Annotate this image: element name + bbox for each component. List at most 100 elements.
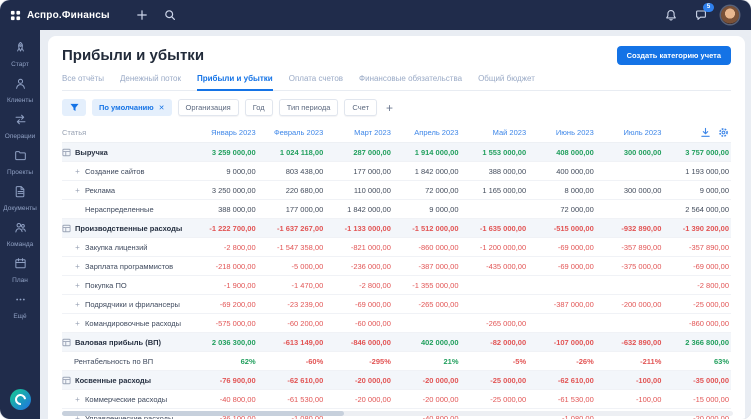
app-name: Аспро.Финансы (27, 9, 110, 21)
group-icon[interactable] (62, 376, 71, 385)
cell-value: 62% (240, 356, 256, 366)
table-header-row: Статья Январь 2023 Февраль 2023 Март 2023 Ап… (62, 122, 731, 143)
filter-year[interactable]: Год (244, 99, 273, 116)
cell-value: 8 000,00 (564, 185, 594, 195)
cell-value: -69 000,00 (693, 261, 729, 271)
scrollbar-thumb[interactable] (62, 411, 344, 416)
cell-value: -15 000,00 (693, 394, 729, 404)
sidebar-item-start[interactable]: Старт (0, 36, 40, 72)
filter-preset-chip[interactable]: По умолчанию ✕ (92, 99, 172, 116)
cell-value: -20 000,00 (355, 394, 391, 404)
close-icon[interactable]: ✕ (159, 104, 165, 112)
tab-cash-flow[interactable]: Денежный поток (120, 74, 181, 91)
cell-value: -76 900,00 (219, 375, 256, 385)
expand-plus-icon[interactable]: + (74, 395, 81, 404)
group-icon[interactable] (62, 224, 71, 233)
table-row[interactable]: + Создание сайтов 9 000,00 803 438,00 177 00… (62, 162, 731, 181)
cell-value: -69 000,00 (557, 242, 594, 252)
sidebar-item-label: Ещё (13, 313, 27, 320)
expand-plus-icon[interactable]: + (74, 243, 81, 252)
column-header-month[interactable]: Июнь 2023 (528, 128, 596, 137)
table-row[interactable]: + Подрядчики и фрилансеры -69 200,00 -23 23… (62, 295, 731, 314)
row-label: Покупка ПО (85, 280, 127, 290)
expand-plus-icon[interactable]: + (74, 319, 81, 328)
table-row[interactable]: Рентабельность по ВП 62% -60% -295% 21% -5% -2… (62, 352, 731, 371)
cell-value: -100,00 (635, 394, 662, 404)
funnel-icon (69, 103, 79, 111)
sidebar-item-documents[interactable]: Документы (0, 180, 40, 216)
table-row[interactable]: + Закупка лицензий -2 800,00 -1 547 358,00 -… (62, 238, 731, 257)
filter-organization[interactable]: Организация (177, 99, 239, 116)
column-header-month[interactable]: Июль 2023 (596, 128, 664, 137)
create-category-button[interactable]: Создать категорию учета (616, 46, 731, 65)
sidebar-item-plan[interactable]: План (0, 252, 40, 288)
quick-add-button[interactable] (132, 5, 152, 25)
cell-value: -25 000,00 (490, 394, 527, 404)
group-icon[interactable] (62, 338, 71, 347)
cell-value: -1 635 000,00 (479, 223, 527, 233)
cell-value: -846 000,00 (350, 337, 391, 347)
cell-value: -613 149,00 (283, 337, 324, 347)
table-row[interactable]: Выручка 3 259 000,00 1 024 118,00 287 000,0… (62, 143, 731, 162)
add-filter-button[interactable]: + (383, 102, 396, 114)
cell-value: -932 890,00 (621, 223, 662, 233)
column-header-article[interactable]: Статья (62, 128, 190, 137)
cell-value: 9 000,00 (429, 204, 459, 214)
cell-value: -69 000,00 (355, 299, 391, 309)
messages-button[interactable]: 5 (691, 3, 714, 25)
column-header-month[interactable]: Январь 2023 (190, 128, 258, 137)
tab-profit-loss[interactable]: Прибыли и убытки (196, 74, 273, 91)
tab-general-budget[interactable]: Общий бюджет (478, 74, 535, 91)
table-row[interactable]: + Реклама 3 250 000,00 220 680,00 110 000,00… (62, 181, 731, 200)
group-icon[interactable] (62, 148, 71, 157)
search-button[interactable] (160, 5, 180, 25)
cell-value: -5 000,00 (291, 261, 324, 271)
tab-invoice-payment[interactable]: Оплата счетов (289, 74, 343, 91)
column-header-month[interactable]: Февраль 2023 (258, 128, 326, 137)
table-settings-gear-icon[interactable] (718, 127, 729, 138)
table-row[interactable]: Нераспределенные 388 000,00 177 000,00 1 84… (62, 200, 731, 219)
filter-account[interactable]: Счет (344, 99, 378, 116)
expand-plus-icon[interactable]: + (74, 167, 81, 176)
horizontal-scrollbar[interactable] (62, 411, 733, 416)
topbar: Аспро.Финансы 5 (0, 0, 751, 30)
sidebar-item-label: Операции (4, 133, 36, 140)
cell-value: -2 800,00 (697, 280, 729, 290)
column-header-month[interactable]: Май 2023 (461, 128, 529, 137)
column-header-month[interactable]: Март 2023 (325, 128, 393, 137)
sidebar-item-projects[interactable]: Проекты (0, 144, 40, 180)
cell-value: -357 890,00 (688, 242, 729, 252)
table-row[interactable]: + Покупка ПО -1 900,00 -1 470,00 -2 800,00 -1… (62, 276, 731, 295)
sidebar-item-more[interactable]: Ещё (0, 288, 40, 324)
table-row[interactable]: Косвенные расходы -76 900,00 -62 610,00 -20… (62, 371, 731, 390)
cell-value: -515 000,00 (553, 223, 594, 233)
column-header-month[interactable]: Апрель 2023 (393, 128, 461, 137)
expand-plus-icon[interactable]: + (74, 300, 81, 309)
tab-financial-obligations[interactable]: Финансовые обязательства (359, 74, 462, 91)
sidebar-item-operations[interactable]: Операции (0, 108, 40, 144)
filter-button[interactable] (62, 99, 86, 116)
expand-plus-icon[interactable]: + (74, 281, 81, 290)
table-row[interactable]: Производственные расходы -1 222 700,00 -1 … (62, 219, 731, 238)
table-row[interactable]: + Коммерческие расходы -40 800,00 -61 530,0… (62, 390, 731, 409)
expand-plus-icon[interactable]: + (74, 262, 81, 271)
tab-all-reports[interactable]: Все отчёты (62, 74, 104, 91)
cell-value: -1 470,00 (291, 280, 324, 290)
cell-value: -265 000,00 (418, 299, 459, 309)
table-row[interactable]: + Зарплата программистов -218 000,00 -5 000… (62, 257, 731, 276)
user-avatar[interactable] (721, 6, 739, 24)
notifications-button[interactable] (661, 5, 681, 25)
expand-plus-icon[interactable]: + (74, 186, 81, 195)
table-row[interactable]: + Командировочные расходы -575 000,00 -60 2… (62, 314, 731, 333)
row-label: Коммерческие расходы (85, 394, 168, 404)
app-logo-icon (10, 10, 21, 21)
app-window: Аспро.Финансы 5 Старт Клиенты Операции П… (0, 0, 751, 419)
plus-icon (136, 10, 147, 20)
table-row[interactable]: Валовая прибыль (ВП) 2 036 300,00 -613 149… (62, 333, 731, 352)
cell-value: 2 564 000,00 (685, 204, 729, 214)
filter-period-type[interactable]: Тип периода (278, 99, 339, 116)
sidebar-item-clients[interactable]: Клиенты (0, 72, 40, 108)
aspro-logo[interactable] (9, 389, 31, 410)
sidebar-item-team[interactable]: Команда (0, 216, 40, 252)
download-icon[interactable] (700, 127, 711, 138)
